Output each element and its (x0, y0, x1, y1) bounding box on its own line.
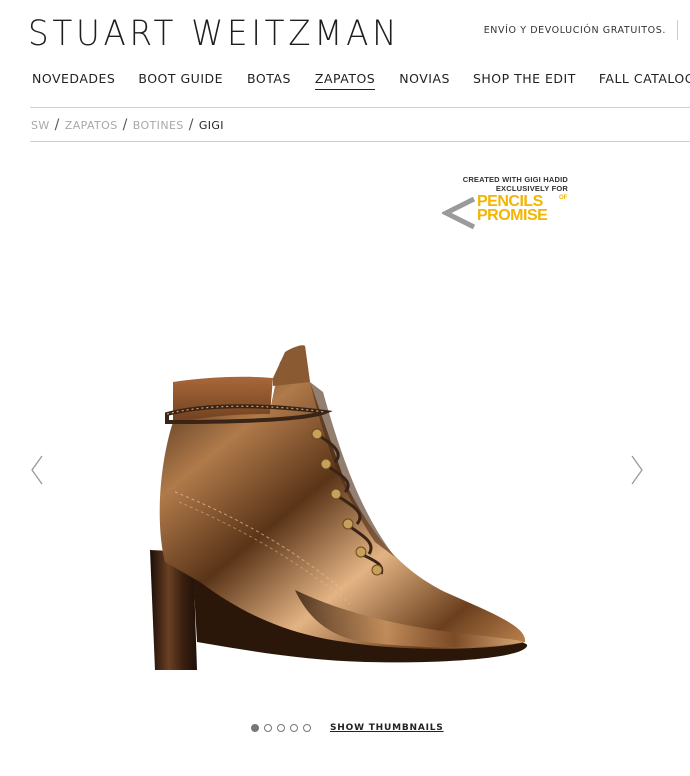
promo-brand-of: OF (559, 195, 568, 201)
gallery-dot-1[interactable] (251, 724, 259, 732)
gallery-dot-4[interactable] (290, 724, 298, 732)
product-image (150, 345, 528, 670)
free-shipping-note[interactable]: ENVÍO Y DEVOLUCIÓN GRATUITOS. (484, 25, 666, 36)
breadcrumb-current: GIGI (198, 118, 224, 132)
promo-line-1: CREATED WITH GIGI HADID (462, 175, 568, 184)
nav-shop-the-edit[interactable]: SHOP THE EDIT (473, 71, 576, 90)
gallery-dot-2[interactable] (264, 724, 272, 732)
promo-chevron-icon (442, 197, 476, 229)
nav-botas[interactable]: BOTAS (247, 71, 291, 90)
gallery-dot-5[interactable] (303, 724, 311, 732)
nav-novedades[interactable]: NOVEDADES (32, 71, 115, 90)
promo-brand-line-2: PROMISE (477, 207, 548, 224)
header-divider (677, 20, 678, 40)
breadcrumb-zapatos[interactable]: ZAPATOS (65, 119, 118, 132)
breadcrumb-sw[interactable]: SW (31, 119, 50, 132)
breadcrumb-divider (30, 141, 690, 142)
pencils-of-promise-badge: CREATED WITH GIGI HADID EXCLUSIVELY FOR … (440, 173, 580, 233)
gallery-next-button[interactable] (630, 455, 644, 489)
gallery-pager: SHOW THUMBNAILS (251, 723, 444, 733)
nav-zapatos[interactable]: ZAPATOS (314, 71, 376, 90)
breadcrumb-separator: / (54, 117, 60, 133)
nav-novias[interactable]: NOVIAS (399, 71, 450, 90)
breadcrumb-botines[interactable]: BOTINES (133, 119, 184, 132)
chevron-right-icon (631, 455, 643, 485)
main-nav: NOVEDADES BOOT GUIDE BOTAS ZAPATOS NOVIA… (32, 71, 690, 90)
nav-fall-catalog[interactable]: FALL CATALOG (599, 71, 690, 90)
nav-boot-guide[interactable]: BOOT GUIDE (138, 71, 223, 90)
pencils-of-promise-logo: PENCILS PROMISE (477, 194, 548, 224)
chevron-left-icon (31, 455, 43, 485)
breadcrumb-separator: / (188, 117, 194, 133)
breadcrumb-separator: / (122, 117, 128, 133)
show-thumbnails-link[interactable]: SHOW THUMBNAILS (330, 723, 444, 733)
promo-line-2: EXCLUSIVELY FOR (495, 184, 568, 193)
gallery-prev-button[interactable] (30, 455, 44, 489)
nav-divider (30, 107, 690, 108)
brand-logo[interactable]: STUART WEITZMAN (28, 14, 400, 54)
breadcrumb: SW / ZAPATOS / BOTINES / GIGI (31, 117, 224, 133)
site-header: STUART WEITZMAN ENVÍO Y DEVOLUCIÓN GRATU… (0, 0, 690, 108)
gallery-dot-3[interactable] (277, 724, 285, 732)
